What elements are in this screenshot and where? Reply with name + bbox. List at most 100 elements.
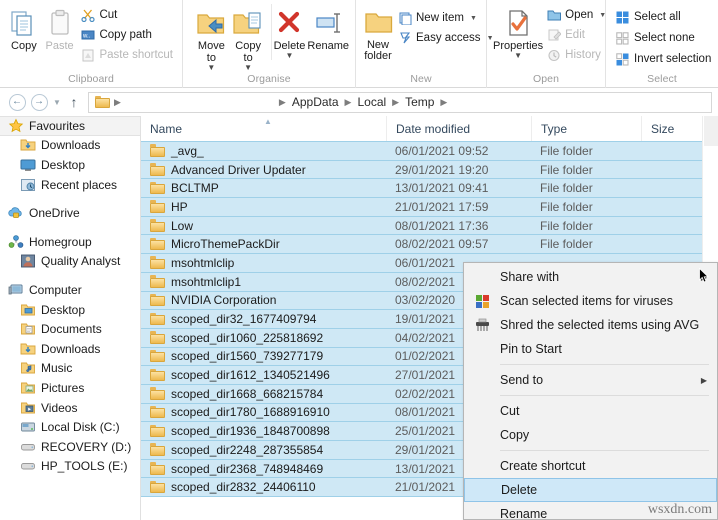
menu-item-shred-the-selected-items-using-avg[interactable]: Shred the selected items using AVG [464, 313, 717, 337]
invert-selection-button[interactable]: Invert selection [612, 50, 714, 68]
menu-item-create-shortcut[interactable]: Create shortcut [464, 454, 717, 478]
folder-icon [150, 275, 165, 288]
sidebar-item-computer-desktop[interactable]: Desktop [0, 300, 140, 320]
select-all-icon [615, 10, 630, 25]
sidebar-item-favourites[interactable]: Favourites [0, 116, 140, 136]
breadcrumb-item-local[interactable]: Local [355, 95, 388, 109]
paste-button[interactable]: Paste [42, 4, 78, 52]
downloads-folder-icon [20, 137, 36, 153]
column-header-size[interactable]: Size [641, 116, 706, 142]
file-name-text: msohtmlclip [171, 255, 235, 270]
file-name-cell: msohtmlclip1 [141, 275, 386, 289]
breadcrumb-separator-icon[interactable]: ▶ [277, 97, 288, 108]
breadcrumb-separator-icon[interactable]: ▶ [343, 97, 354, 108]
sidebar-item-pictures[interactable]: Pictures [0, 378, 140, 398]
menu-item-pin-to-start[interactable]: Pin to Start [464, 337, 717, 361]
sidebar-item-recent-places[interactable]: Recent places [0, 175, 140, 195]
properties-button[interactable]: Properties ▼ [493, 4, 543, 60]
new-item-button[interactable]: New item ▼ [394, 9, 497, 27]
column-header-date-modified[interactable]: Date modified [386, 116, 531, 142]
copy-button[interactable]: Copy [6, 4, 42, 52]
sidebar-item-desktop[interactable]: Desktop [0, 155, 140, 175]
breadcrumb-separator-icon[interactable]: ▶ [390, 97, 401, 108]
open-button[interactable]: Open ▼ [543, 6, 609, 24]
folder-icon [150, 443, 165, 456]
table-row[interactable]: Advanced Driver Updater 29/01/2021 19:20 F… [141, 159, 718, 180]
column-header-type[interactable]: Type [531, 116, 641, 142]
menu-item-copy[interactable]: Copy [464, 423, 717, 447]
sidebar-item-videos[interactable]: Videos [0, 398, 140, 418]
folder-icon [150, 462, 165, 475]
rename-button[interactable]: Rename [307, 4, 349, 52]
menu-item-icon-slot [464, 399, 500, 423]
history-button[interactable]: History [543, 46, 609, 64]
paste-button-label: Paste [45, 40, 74, 52]
history-icon [546, 48, 561, 63]
forward-button[interactable]: → [28, 91, 50, 113]
file-name-text: NVIDIA Corporation [171, 293, 277, 308]
sidebar-item-local-disk-c[interactable]: Local Disk (C:) [0, 417, 140, 437]
paste-shortcut-button[interactable]: Paste shortcut [77, 46, 176, 64]
context-menu[interactable]: Share with▶Scan selected items for virus… [463, 262, 718, 520]
breadcrumb[interactable]: ▶ ▶ AppData ▶ Local ▶ Temp ▶ [88, 91, 712, 113]
menu-item-delete[interactable]: Delete [464, 478, 717, 502]
menu-item-share-with[interactable]: Share with▶ [464, 265, 717, 289]
menu-item-icon-slot [464, 337, 500, 361]
recent-locations-button[interactable]: ▼ [50, 98, 64, 107]
menu-item-cut[interactable]: Cut [464, 399, 717, 423]
sidebar-item-homegroup[interactable]: Homegroup [0, 232, 140, 252]
sidebar-item-onedrive[interactable]: OneDrive [0, 203, 140, 223]
table-row[interactable]: MicroThemePackDir 08/02/2021 09:57 File fo… [141, 234, 718, 255]
move-to-button[interactable]: Move to ▼ [193, 4, 230, 72]
watermark: wsxdn.com [647, 502, 712, 517]
copy-to-button[interactable]: Copy to ▼ [230, 4, 267, 72]
file-date-cell: 13/01/2021 09:41 [395, 181, 489, 196]
table-row[interactable]: _avg_ 06/01/2021 09:52 File folder [141, 141, 718, 161]
table-row[interactable]: HP 21/01/2021 17:59 File folder [141, 197, 718, 217]
back-button[interactable]: ← [6, 91, 28, 113]
file-date-cell: 21/01/2021 17:59 [395, 199, 489, 214]
paste-icon [45, 7, 75, 39]
file-name-text: scoped_dir1560_739277179 [171, 349, 324, 364]
sidebar-item-music[interactable]: Music [0, 359, 140, 379]
copy-path-button[interactable]: w.. Copy path [77, 26, 176, 44]
up-one-level-button[interactable]: ↑ [64, 94, 84, 110]
sidebar-item-computer-downloads[interactable]: Downloads [0, 339, 140, 359]
sidebar-item-quality-analyst[interactable]: Quality Analyst [0, 252, 140, 272]
navigation-pane[interactable]: Favourites Downloads Desktop Recent plac… [0, 116, 141, 520]
submenu-arrow-icon: ▶ [700, 375, 707, 385]
edit-button[interactable]: Edit [543, 26, 609, 44]
table-row[interactable]: BCLTMP 13/01/2021 09:41 File folder [141, 178, 718, 199]
copy-to-caret-icon[interactable]: ▼ [244, 64, 252, 72]
scrollbar-thumb[interactable] [704, 116, 718, 146]
new-folder-button-label: New folder [364, 39, 392, 62]
cut-button[interactable]: Cut [77, 6, 176, 24]
breadcrumb-separator-icon[interactable]: ▶ [438, 97, 449, 108]
delete-caret-icon[interactable]: ▼ [286, 52, 294, 60]
move-to-caret-icon[interactable]: ▼ [207, 64, 215, 72]
select-all-button[interactable]: Select all [612, 8, 714, 26]
new-folder-button[interactable]: New folder [362, 4, 394, 62]
new-item-caret-icon[interactable]: ▼ [470, 15, 477, 22]
sidebar-item-hp-tools-e[interactable]: HP_TOOLS (E:) [0, 457, 140, 477]
invert-selection-button-label: Invert selection [634, 53, 712, 65]
sidebar-item-computer[interactable]: Computer [0, 280, 140, 300]
sidebar-item-documents[interactable]: Documents [0, 319, 140, 339]
paste-shortcut-icon [80, 48, 95, 63]
open-icon [546, 8, 561, 23]
select-none-button[interactable]: Select none [612, 29, 714, 47]
file-name-text: scoped_dir2248_287355854 [171, 442, 324, 457]
easy-access-icon [397, 31, 412, 46]
breadcrumb-item-appdata[interactable]: AppData [290, 95, 341, 109]
table-row[interactable]: Low 08/01/2021 17:36 File folder [141, 215, 718, 236]
easy-access-button[interactable]: Easy access ▼ [394, 29, 497, 47]
sidebar-item-downloads[interactable]: Downloads [0, 136, 140, 156]
breadcrumb-separator-icon[interactable]: ▶ [112, 97, 123, 108]
menu-item-scan-selected-items-for-viruses[interactable]: Scan selected items for viruses [464, 289, 717, 313]
breadcrumb-item-temp[interactable]: Temp [403, 95, 436, 109]
sidebar-item-recovery-d[interactable]: RECOVERY (D:) [0, 437, 140, 457]
menu-item-send-to[interactable]: Send to ▶ [464, 368, 717, 392]
properties-caret-icon[interactable]: ▼ [514, 52, 522, 60]
delete-button[interactable]: Delete ▼ [270, 4, 308, 60]
avg-scan-icon [464, 289, 500, 313]
